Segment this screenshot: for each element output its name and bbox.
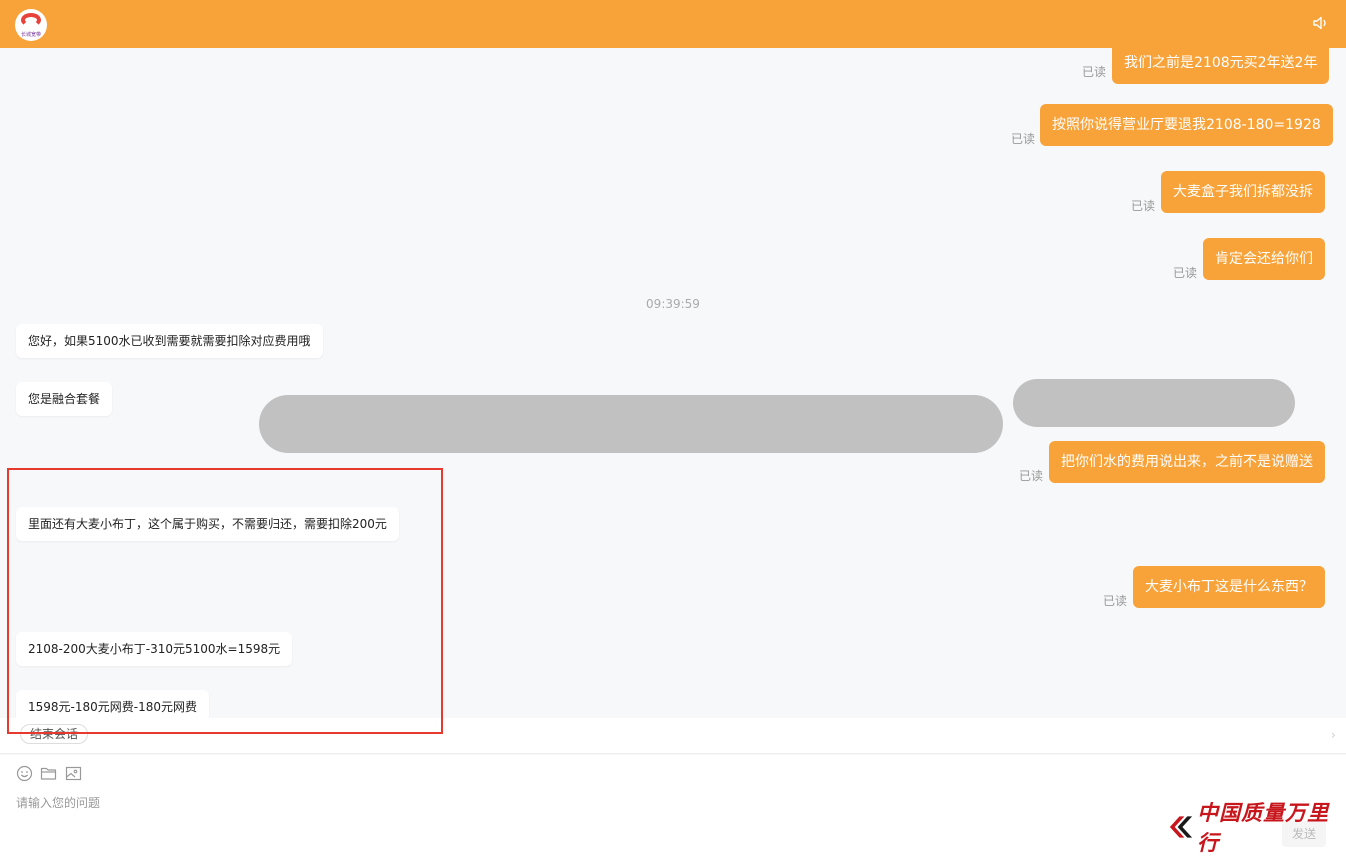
timestamp: 09:39:59 — [646, 297, 700, 311]
speaker-icon[interactable] — [1312, 14, 1330, 32]
input-area: 发送 — [0, 755, 1346, 857]
quick-action-bar: 结束会话 › — [0, 718, 1346, 754]
top-bar: 长城宽带 — [0, 0, 1346, 48]
read-status: 已读 — [1082, 65, 1107, 79]
end-session-button[interactable]: 结束会话 — [20, 724, 89, 744]
folder-icon[interactable] — [40, 765, 57, 782]
message-sent: 把你们水的费用说出来，之前不是说赠送 — [1049, 441, 1325, 483]
message-sent: 按照你说得营业厅要退我2108-180=1928 — [1040, 104, 1333, 146]
redacted-message — [259, 395, 1003, 453]
message-sent: 我们之前是2108元买2年送2年 — [1112, 48, 1330, 84]
message-sent: 肯定会还给你们 — [1203, 238, 1325, 280]
watermark-text: 中国质量万里行 — [1197, 800, 1330, 855]
message-received: 1598元-180元网费-180元网费 — [16, 690, 210, 718]
message-received: 2108-200大麦小布丁-310元5100水=1598元 — [16, 632, 293, 666]
emoji-icon[interactable] — [16, 765, 33, 782]
message-received: 您好，如果5100水已收到需要就需要扣除对应费用哦 — [16, 324, 323, 358]
message-received: 里面还有大麦小布丁，这个属于购买，不需要归还，需要扣除200元 — [16, 507, 399, 541]
chat-area[interactable]: 已读 我们之前是2108元买2年送2年 已读 按照你说得营业厅要退我2108-1… — [0, 48, 1346, 718]
message-input[interactable] — [16, 793, 1116, 813]
read-status: 已读 — [1019, 469, 1044, 483]
read-status: 已读 — [1103, 594, 1128, 608]
message-received: 您是融合套餐 — [16, 382, 113, 416]
chevron-right-icon[interactable]: › — [1331, 728, 1336, 742]
watermark: 中国质量万里行 — [1166, 800, 1346, 855]
read-status: 已读 — [1173, 266, 1198, 280]
logo-text: 长城宽带 — [20, 32, 41, 38]
logo-swirl-icon — [21, 13, 41, 27]
image-icon[interactable] — [65, 765, 82, 782]
redacted-message — [1013, 379, 1295, 427]
message-sent: 大麦盒子我们拆都没拆 — [1161, 171, 1325, 213]
watermark-logo-icon — [1169, 816, 1193, 838]
message-sent: 大麦小布丁这是什么东西？ — [1133, 566, 1325, 608]
read-status: 已读 — [1011, 132, 1036, 146]
logo: 长城宽带 — [15, 9, 47, 41]
read-status: 已读 — [1131, 199, 1156, 213]
